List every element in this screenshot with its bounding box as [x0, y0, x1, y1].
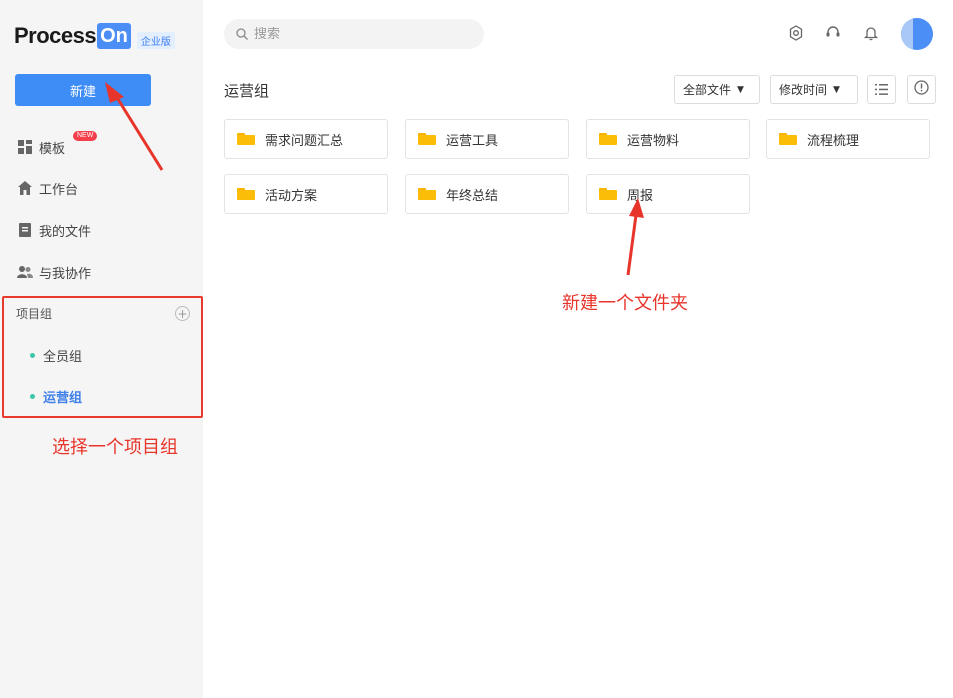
- folder-item[interactable]: 需求问题汇总: [224, 119, 388, 159]
- new-button[interactable]: 新建: [15, 74, 151, 106]
- sidebar-item-workspace[interactable]: 工作台: [17, 177, 78, 199]
- folder-icon: [418, 188, 436, 200]
- collaborators-icon: [17, 264, 33, 280]
- sidebar-item-label: 我的文件: [39, 224, 92, 240]
- avatar[interactable]: [901, 18, 933, 50]
- group-item-operations[interactable]: 运营组: [30, 386, 82, 406]
- bell-icon[interactable]: [862, 24, 880, 42]
- logo-wordmark: Process: [14, 23, 97, 48]
- info-button[interactable]: [907, 75, 936, 104]
- template-icon: [17, 139, 33, 155]
- search-icon: [236, 25, 248, 44]
- folder-icon: [599, 133, 617, 145]
- processon-logo[interactable]: Process On 企业版: [14, 22, 175, 50]
- folder-item[interactable]: 年终总结: [405, 174, 569, 214]
- avatar-highlight: [901, 18, 913, 50]
- list-view-button[interactable]: [867, 75, 896, 104]
- page-title: 运营组: [224, 82, 270, 100]
- folder-item[interactable]: 流程梳理: [766, 119, 930, 159]
- folder-item[interactable]: 运营工具: [405, 119, 569, 159]
- folder-icon: [779, 133, 797, 145]
- project-group-title: 项目组: [16, 307, 53, 321]
- new-badge: NEW: [73, 131, 98, 141]
- dropdown-value: 修改时间: [779, 83, 828, 97]
- folder-name: 运营物料: [627, 133, 680, 149]
- sidebar-item-label: 与我协作: [39, 266, 92, 282]
- folder-name: 年终总结: [446, 188, 499, 204]
- folder-item[interactable]: 周报: [586, 174, 750, 214]
- folder-icon: [237, 133, 255, 145]
- folder-item[interactable]: 活动方案: [224, 174, 388, 214]
- group-item-label: 全员组: [43, 349, 83, 365]
- edition-badge: 企业版: [136, 31, 175, 49]
- group-item-label: 运营组: [43, 390, 83, 406]
- home-icon: [17, 180, 33, 196]
- support-icon[interactable]: [824, 24, 842, 42]
- caret-down-icon: ▼: [737, 84, 744, 95]
- folder-item[interactable]: 运营物料: [586, 119, 750, 159]
- settings-icon[interactable]: [787, 24, 805, 42]
- sidebar-item-label: 模板: [39, 141, 66, 157]
- list-icon: [875, 80, 888, 99]
- search-input[interactable]: [254, 26, 454, 42]
- search-bar[interactable]: [224, 19, 484, 49]
- caret-down-icon: ▼: [833, 84, 840, 95]
- logo-on-badge: On: [97, 23, 131, 49]
- folder-icon: [418, 133, 436, 145]
- group-dot-icon: [30, 352, 35, 358]
- app-window: Process On 企业版 新建 模板 NEW 工作台 我的文件 与我协作 项…: [0, 0, 953, 698]
- group-dot-icon: [30, 393, 35, 399]
- folder-icon: [599, 188, 617, 200]
- sidebar-item-my-files[interactable]: 我的文件: [17, 219, 91, 241]
- annotation-select-group: 选择一个项目组: [52, 437, 178, 458]
- group-item-all[interactable]: 全员组: [30, 345, 82, 365]
- file-icon: [17, 222, 33, 238]
- folder-name: 流程梳理: [807, 133, 860, 149]
- sidebar: Process On 企业版 新建 模板 NEW 工作台 我的文件 与我协作 项…: [0, 0, 203, 698]
- plus-icon: +: [177, 306, 188, 321]
- folder-name: 周报: [627, 188, 654, 204]
- dropdown-value: 全部文件: [683, 83, 732, 97]
- info-icon: [914, 80, 929, 99]
- folder-name: 需求问题汇总: [265, 133, 344, 149]
- sidebar-item-templates[interactable]: 模板 NEW: [17, 131, 98, 158]
- add-group-button[interactable]: +: [175, 306, 190, 321]
- file-filter-dropdown[interactable]: 全部文件 ▼: [674, 75, 760, 104]
- folder-name: 活动方案: [265, 188, 318, 204]
- sidebar-item-collaborate[interactable]: 与我协作: [17, 261, 91, 283]
- sidebar-item-label: 工作台: [39, 182, 79, 198]
- sort-dropdown[interactable]: 修改时间 ▼: [770, 75, 858, 104]
- folder-icon: [237, 188, 255, 200]
- folder-name: 运营工具: [446, 133, 499, 149]
- annotation-new-folder: 新建一个文件夹: [562, 293, 688, 314]
